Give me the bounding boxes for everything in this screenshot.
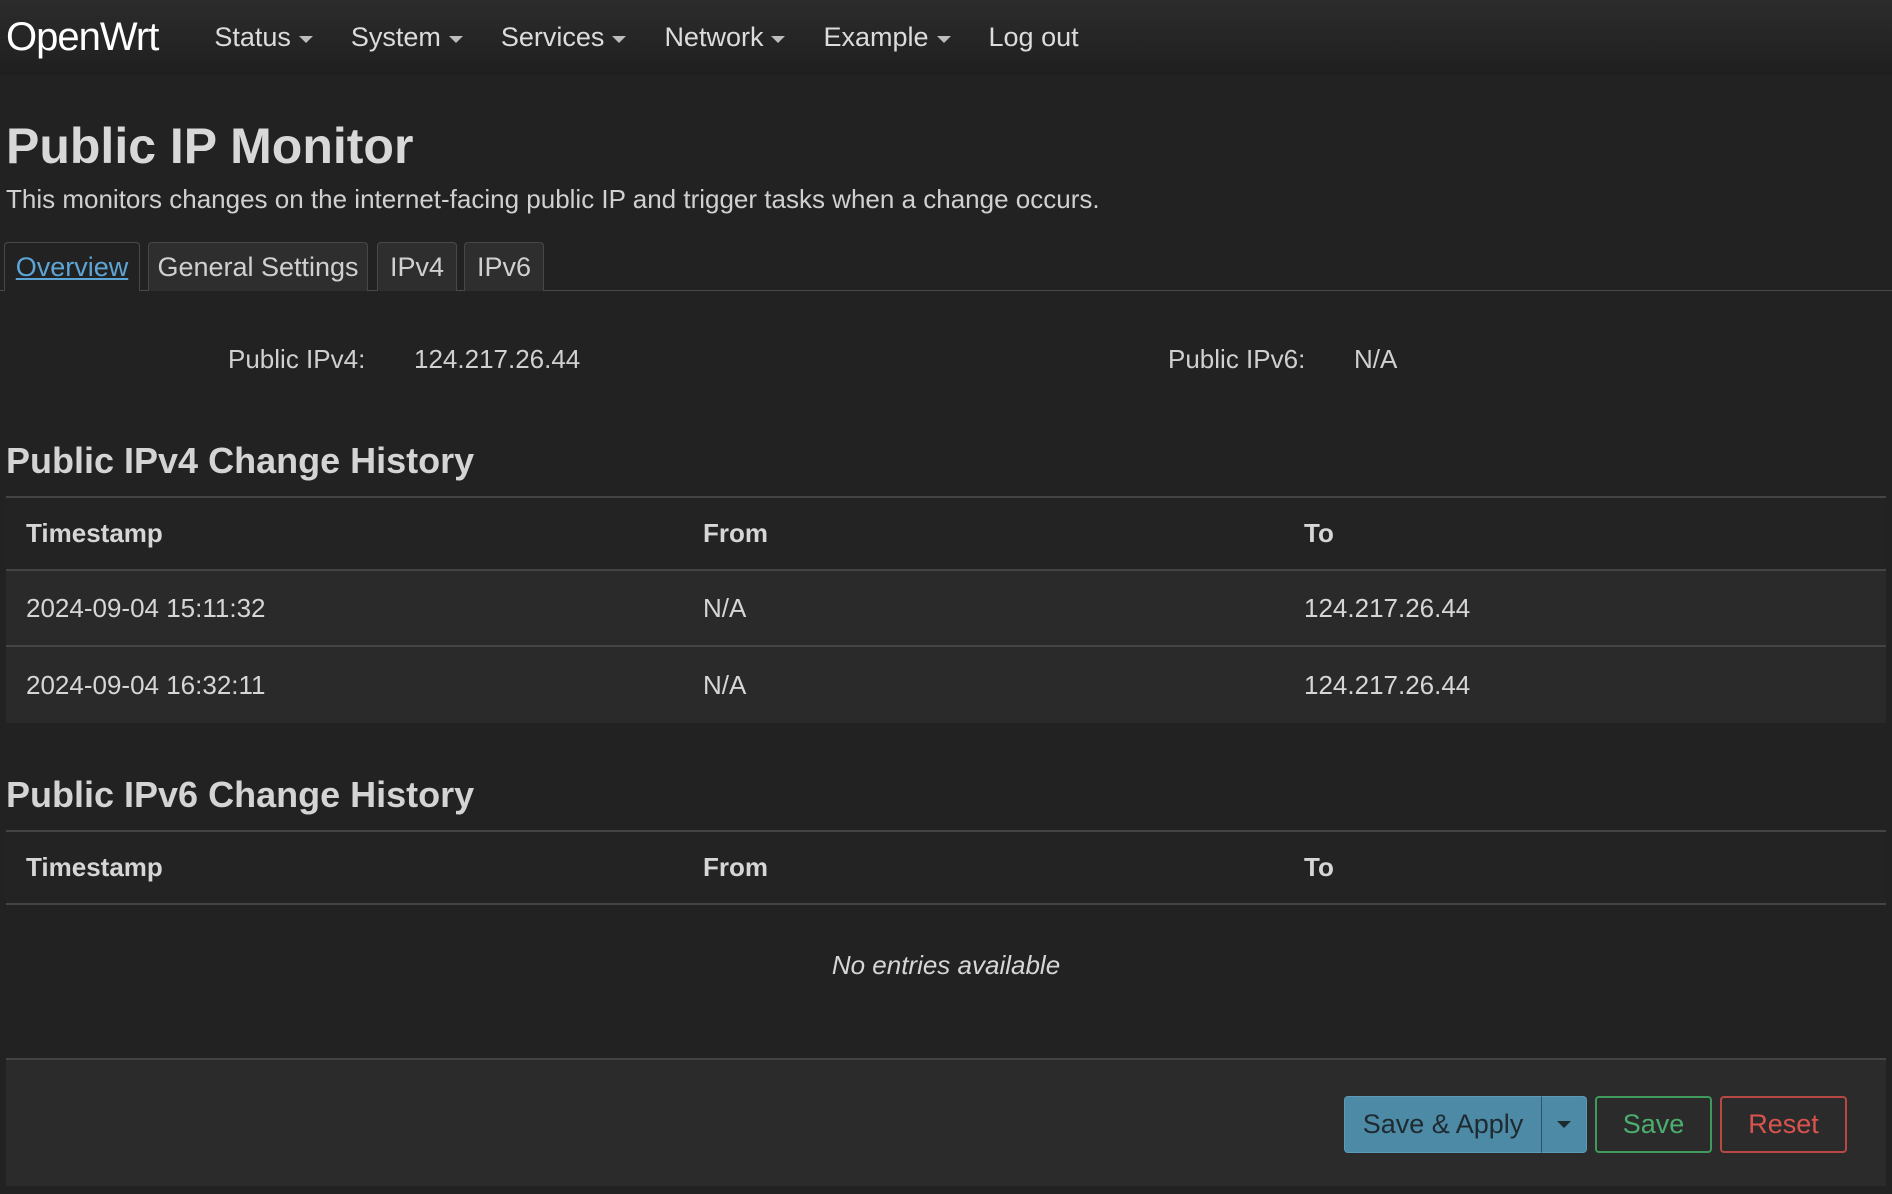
nav-item-services[interactable]: Services xyxy=(501,22,627,53)
reset-button[interactable]: Reset xyxy=(1720,1096,1847,1153)
column-header-timestamp: Timestamp xyxy=(26,518,163,548)
public-ipv6-value: N/A xyxy=(1354,344,1398,374)
nav-item-network[interactable]: Network xyxy=(664,22,786,53)
table-row: 2024-09-04 16:32:11 N/A 124.217.26.44 xyxy=(6,647,1886,723)
chevron-down-icon xyxy=(612,35,627,43)
ipv6-history-title: Public IPv6 Change History xyxy=(6,774,475,815)
chevron-down-icon xyxy=(936,35,951,43)
action-bar: Save & Apply Save Reset xyxy=(6,1058,1886,1186)
column-header-to: To xyxy=(1304,518,1334,548)
to-cell: 124.217.26.44 xyxy=(1304,592,1471,623)
nav-item-label: Services xyxy=(500,22,605,52)
column-header-from: From xyxy=(703,852,768,882)
ipv4-history-title: Public IPv4 Change History xyxy=(6,440,475,481)
nav-item-label: System xyxy=(350,22,441,52)
to-cell: 124.217.26.44 xyxy=(1304,669,1471,700)
save-button[interactable]: Save xyxy=(1595,1096,1712,1153)
public-ipv6-label: Public IPv6: xyxy=(1168,344,1306,374)
from-cell: N/A xyxy=(703,669,747,700)
save-apply-button[interactable]: Save & Apply xyxy=(1344,1096,1541,1153)
nav-item-status[interactable]: Status xyxy=(214,22,313,53)
tab-ipv6[interactable]: IPv6 xyxy=(464,242,544,291)
save-apply-dropdown-button[interactable] xyxy=(1541,1096,1587,1153)
nav-item-label: Log out xyxy=(988,22,1079,52)
chevron-down-icon xyxy=(771,35,786,43)
tab-general-settings[interactable]: General Settings xyxy=(148,242,368,291)
table-header: Timestamp From To xyxy=(6,496,1886,571)
public-ipv4-label: Public IPv4: xyxy=(228,344,366,374)
from-cell: N/A xyxy=(703,592,747,623)
nav-item-system[interactable]: System xyxy=(351,22,463,53)
page-description: This monitors changes on the internet-fa… xyxy=(6,184,1100,214)
nav-item-logout[interactable]: Log out xyxy=(989,22,1079,53)
nav-item-label: Status xyxy=(214,22,291,52)
public-ipv4-value: 124.217.26.44 xyxy=(414,344,581,374)
table-header: Timestamp From To xyxy=(6,830,1886,905)
column-header-from: From xyxy=(703,518,768,548)
table-row: 2024-09-04 15:11:32 N/A 124.217.26.44 xyxy=(6,571,1886,647)
nav-item-example[interactable]: Example xyxy=(823,22,951,53)
column-header-timestamp: Timestamp xyxy=(26,852,163,882)
ipv4-history-table: Timestamp From To 2024-09-04 15:11:32 N/… xyxy=(6,496,1886,723)
brand-logo[interactable]: OpenWrt xyxy=(6,15,159,60)
timestamp-cell: 2024-09-04 16:32:11 xyxy=(26,669,266,700)
empty-table-message: No entries available xyxy=(831,949,1061,980)
tab-overview[interactable]: Overview xyxy=(4,242,140,291)
column-header-to: To xyxy=(1304,852,1334,882)
chevron-down-icon xyxy=(1557,1121,1571,1128)
page-title: Public IP Monitor xyxy=(6,118,414,174)
nav-item-label: Example xyxy=(823,22,929,52)
tab-ipv4[interactable]: IPv4 xyxy=(377,242,457,291)
chevron-down-icon xyxy=(298,35,313,43)
timestamp-cell: 2024-09-04 15:11:32 xyxy=(26,592,266,623)
chevron-down-icon xyxy=(448,35,463,43)
top-navbar: OpenWrt Status System Services Network E… xyxy=(0,0,1892,75)
nav-item-label: Network xyxy=(664,22,764,52)
ipv6-history-table: Timestamp From To No entries available xyxy=(6,830,1886,1025)
